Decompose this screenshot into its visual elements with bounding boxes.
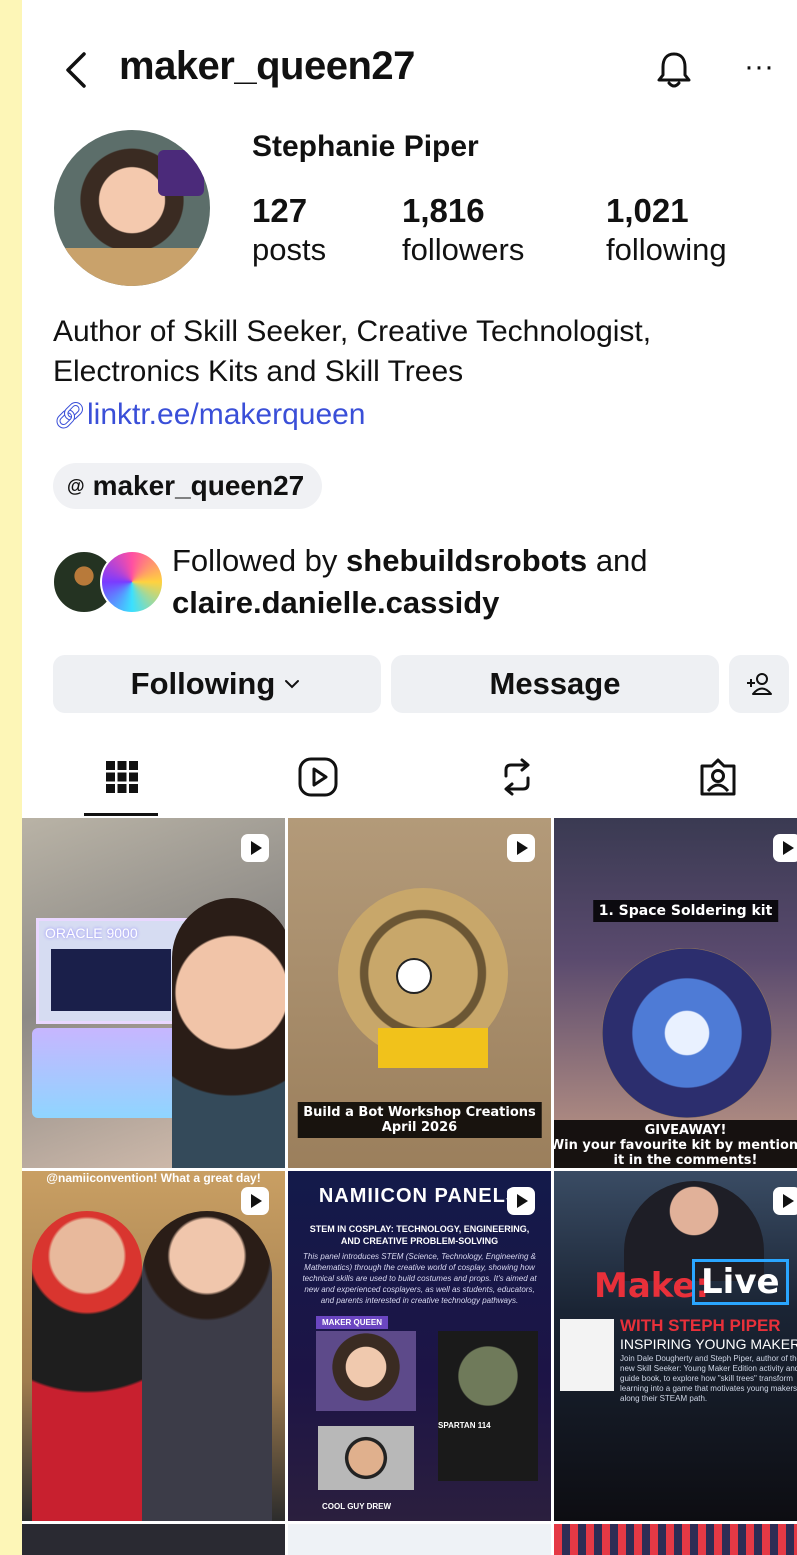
panel-subtitle: STEM IN COSPLAY: TECHNOLOGY, ENGINEERING… — [309, 1224, 530, 1246]
make-description: Join Dale Dougherty and Steph Piper, aut… — [620, 1354, 797, 1403]
profile-link[interactable]: 🔗︎linktr.ee/makerqueen — [53, 398, 366, 432]
followed-by-prefix: Followed by — [172, 543, 338, 578]
profile-bio: Author of Skill Seeker, Creative Technol… — [53, 312, 773, 392]
message-button[interactable]: Message — [391, 655, 719, 713]
following-button[interactable]: Following — [53, 655, 381, 713]
presenter-person — [172, 898, 285, 1168]
post-caption-bottom: GIVEAWAY! Win your favourite kit by ment… — [554, 1120, 797, 1168]
tab-reposts[interactable] — [477, 745, 557, 809]
post-caption: Build a Bot Workshop Creations April 202… — [297, 1102, 542, 1138]
giveaway-line-2: Win your favourite kit by mentioning — [554, 1138, 797, 1153]
space-kit-badge — [602, 948, 772, 1118]
post-tile[interactable]: ORACLE 9000 — [22, 818, 285, 1168]
post-tile[interactable] — [288, 1524, 551, 1555]
reels-icon — [298, 757, 338, 797]
stat-following-value: 1,021 — [606, 192, 689, 229]
mutual-followers-avatars[interactable] — [52, 550, 164, 614]
stat-posts-label: posts — [252, 232, 327, 267]
back-arrow-icon[interactable] — [58, 48, 98, 92]
panel-speaker-photo — [316, 1331, 416, 1411]
panel-drew-photo — [318, 1426, 414, 1490]
grid-icon — [106, 761, 138, 793]
stat-following[interactable]: 1,021 following — [606, 192, 727, 268]
threads-handle: maker_queen27 — [92, 470, 305, 501]
reposts-icon — [504, 758, 530, 796]
post-caption: @namiiconvention! What a great day! — [46, 1171, 261, 1185]
post-tile[interactable]: 1. Space Soldering kit GIVEAWAY! Win you… — [554, 818, 797, 1168]
make-inspiring: INSPIRING YOUNG MAKERS — [620, 1336, 797, 1352]
reel-icon — [241, 834, 269, 862]
profile-screen: maker_queen27 ··· Stephanie Piper 127 po… — [22, 0, 797, 1555]
post-tile[interactable]: NAMIICON PANELS STEM IN COSPLAY: TECHNOL… — [288, 1171, 551, 1521]
tab-grid[interactable] — [82, 745, 162, 809]
profile-avatar[interactable] — [54, 130, 210, 286]
message-button-label: Message — [489, 666, 621, 701]
oracle-display — [51, 949, 171, 1011]
person-right — [142, 1211, 272, 1521]
link-icon: 🔗︎ — [53, 400, 87, 430]
followed-by-joiner: and — [595, 543, 648, 578]
post-caption-line-2: April 2026 — [381, 1120, 458, 1135]
oracle-screen: ORACLE 9000 — [36, 918, 192, 1024]
tagged-icon — [700, 758, 736, 796]
panel-spartan-label: SPARTAN 114 — [438, 1421, 491, 1430]
threads-icon: @ — [67, 475, 85, 496]
reel-icon — [507, 1187, 535, 1215]
post-tile[interactable]: Make: Live WITH STEPH PIPER INSPIRING YO… — [554, 1171, 797, 1521]
stat-followers-label: followers — [402, 232, 525, 267]
bell-icon[interactable] — [652, 48, 696, 92]
panel-drew-label: COOL GUY DREW — [322, 1502, 392, 1511]
spartan-figure — [438, 1331, 538, 1481]
reel-icon — [241, 1187, 269, 1215]
oracle-screen-label: ORACLE 9000 — [45, 925, 138, 941]
bot-base — [378, 1028, 488, 1068]
bio-line-2: Electronics Kits and Skill Trees — [53, 355, 464, 388]
reel-icon — [507, 834, 535, 862]
panel-speaker-label: MAKER QUEEN — [316, 1316, 389, 1329]
suggest-people-button[interactable] — [729, 655, 789, 713]
reel-icon — [773, 834, 797, 862]
chevron-down-icon — [285, 680, 300, 689]
profile-tabs — [22, 745, 797, 817]
tab-tagged[interactable] — [678, 745, 758, 809]
person-left — [32, 1211, 142, 1521]
stat-following-label: following — [606, 232, 727, 267]
profile-header: maker_queen27 ··· — [22, 40, 797, 100]
post-tile[interactable]: Build a Bot Workshop Creations April 202… — [288, 818, 551, 1168]
mutual-avatar-2 — [100, 550, 164, 614]
bio-line-1: Author of Skill Seeker, Creative Technol… — [53, 315, 652, 348]
post-caption-top: 1. Space Soldering kit — [592, 900, 779, 922]
make-with-steph: WITH STEPH PIPER — [620, 1316, 781, 1335]
profile-full-name: Stephanie Piper — [252, 130, 479, 163]
tab-reels[interactable] — [278, 745, 358, 809]
add-person-icon — [747, 673, 772, 695]
avatar-shirt — [54, 248, 210, 286]
followed-by-text[interactable]: Followed by shebuildsrobots and claire.d… — [172, 540, 782, 624]
avatar-kit-badge — [158, 150, 204, 196]
post-tile[interactable]: @namiiconvention! What a great day! — [22, 1171, 285, 1521]
post-tile[interactable] — [22, 1524, 285, 1555]
giveaway-line: GIVEAWAY! — [644, 1123, 727, 1138]
googly-eye — [396, 958, 432, 994]
stat-followers-value: 1,816 — [402, 192, 485, 229]
threads-badge[interactable]: @ maker_queen27 — [53, 463, 323, 509]
followed-by-first: shebuildsrobots — [346, 543, 588, 578]
panel-description: This panel introduces STEM (Science, Tec… — [302, 1252, 537, 1305]
following-button-label: Following — [130, 666, 276, 701]
profile-username: maker_queen27 — [119, 44, 415, 88]
skill-seeker-book — [560, 1319, 614, 1391]
stat-followers[interactable]: 1,816 followers — [402, 192, 524, 268]
active-tab-indicator — [84, 813, 158, 816]
profile-link-text: linktr.ee/makerqueen — [87, 398, 366, 431]
post-caption-line-1: Build a Bot Workshop Creations — [303, 1105, 536, 1120]
giveaway-line-3: it in the comments! — [613, 1153, 758, 1168]
stat-posts[interactable]: 127 posts — [252, 192, 326, 268]
post-tile[interactable] — [554, 1524, 797, 1555]
followed-by-second: claire.danielle.cassidy — [172, 585, 500, 620]
more-options-icon[interactable]: ··· — [744, 52, 784, 82]
make-live-logo: Live — [692, 1259, 789, 1305]
stat-posts-value: 127 — [252, 192, 308, 229]
crystal-base — [32, 1028, 192, 1118]
reel-icon — [773, 1187, 797, 1215]
